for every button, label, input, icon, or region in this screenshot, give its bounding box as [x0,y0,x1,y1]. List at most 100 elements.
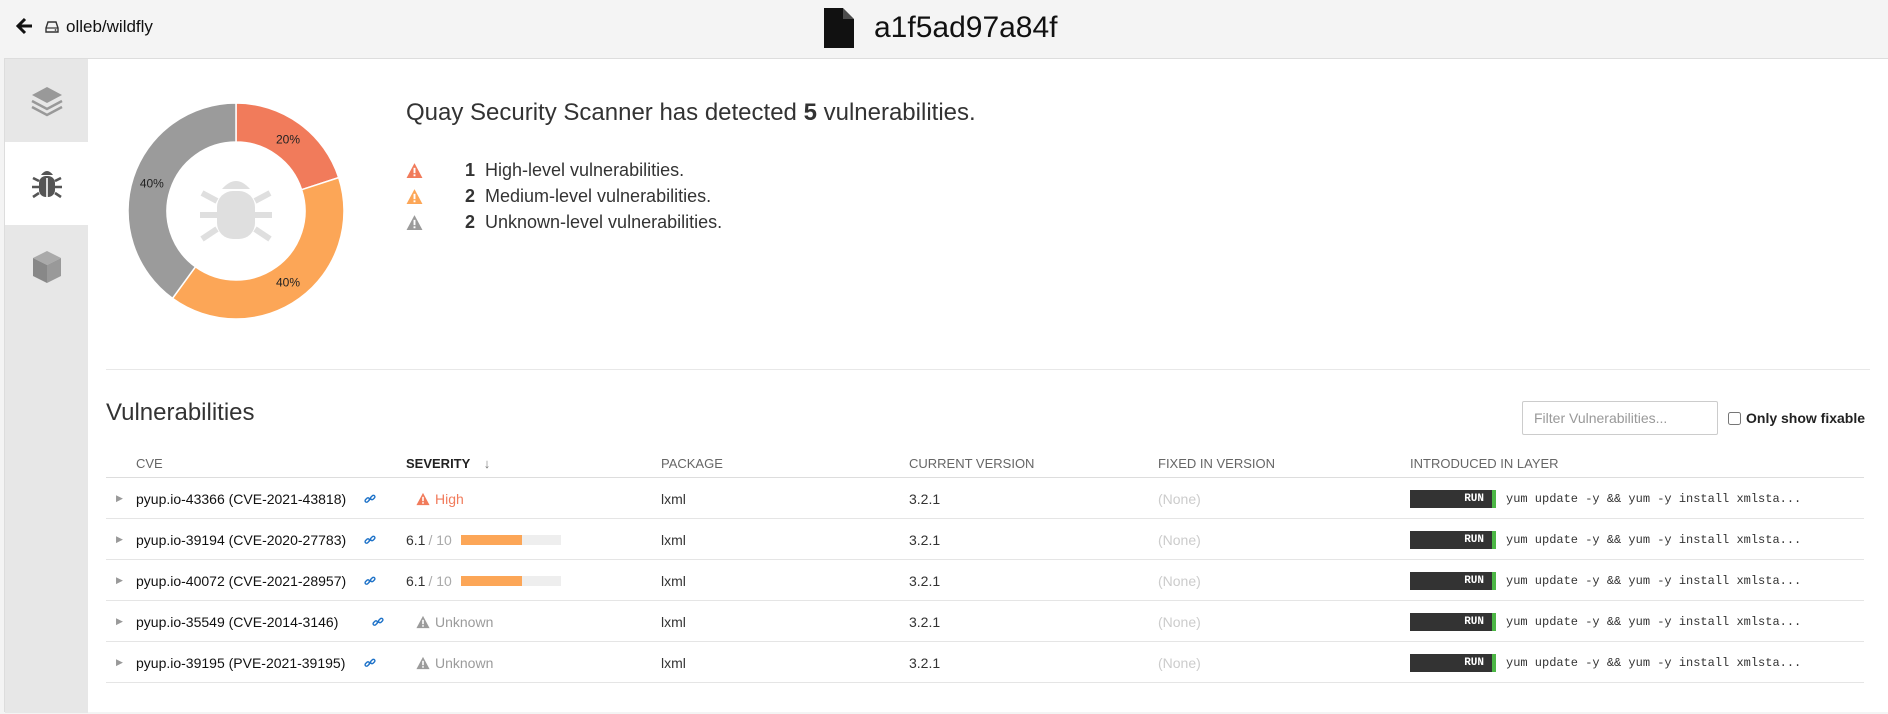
package-name: lxml [661,490,686,507]
row-expander-icon[interactable]: ▶ [116,642,123,683]
severity-score: 6.1/ 10 [406,560,561,601]
link-icon[interactable] [364,560,376,601]
run-badge: RUN [1410,489,1496,508]
row-expander-icon[interactable]: ▶ [116,560,123,601]
score-bar-fill [460,534,522,545]
table-header: CVE SEVERITY ↓ PACKAGE CURRENT VERSION F… [106,452,1864,478]
severity-score: 6.1/ 10 [406,519,561,560]
introduced-layer[interactable]: RUN yum update -y && yum -y install xmlst… [1410,601,1801,642]
link-icon[interactable] [364,642,376,683]
total-count: 5 [803,99,817,126]
fixed-version: (None) [1158,572,1201,589]
table-row[interactable]: ▶ pyup.io-39195 (PVE-2021-39195) Unknown lx… [106,642,1864,683]
level-label: Unknown-level vulnerabilities. [485,211,723,232]
introduced-layer[interactable]: RUN yum update -y && yum -y install xmlst… [1410,560,1801,601]
fixed-version: (None) [1158,490,1201,507]
table-row[interactable]: ▶ pyup.io-39194 (CVE-2020-27783) 6.1/ 10 lx… [106,519,1864,560]
current-version: 3.2.1 [909,572,941,589]
layer-command: yum update -y && yum -y install xmlsta..… [1506,491,1802,506]
fixed-version: (None) [1158,531,1201,548]
page-title: a1f5ad97a84f [824,4,1058,52]
vulnerabilities-heading: Vulnerabilities [106,399,255,426]
package-name: lxml [661,531,686,548]
column-fixed-version[interactable]: FIXED IN VERSION [1158,456,1275,471]
main-panel: 20% 40% 40% Quay Security Scanner has dete… [4,58,1888,713]
level-label: Medium-level vulnerabilities. [485,185,712,206]
hdd-icon [45,21,59,33]
fixed-version: (None) [1158,654,1201,671]
column-package[interactable]: PACKAGE [661,456,723,471]
repository-link[interactable]: olleb/wildfly [45,16,153,38]
tab-layers[interactable] [5,59,88,142]
sidebar [5,59,88,713]
link-icon[interactable] [372,601,384,642]
level-count: 2 [464,185,475,206]
introduced-layer[interactable]: RUN yum update -y && yum -y install xmlst… [1410,478,1801,519]
row-expander-icon[interactable]: ▶ [116,478,123,519]
severity-level-item: 1 High-level vulnerabilities. [406,157,976,183]
package-icon [32,250,61,283]
donut-label-medium: 40% [276,276,300,290]
layer-command: yum update -y && yum -y install xmlsta..… [1506,532,1802,547]
warning-icon [416,656,430,670]
layers-icon [30,86,63,116]
severity-level-item: 2 Medium-level vulnerabilities. [406,183,976,209]
vulnerabilities-table: CVE SEVERITY ↓ PACKAGE CURRENT VERSION F… [106,452,1864,683]
score-bar-fill [460,575,522,586]
back-button[interactable] [16,15,36,37]
table-row[interactable]: ▶ pyup.io-40072 (CVE-2021-28957) 6.1/ 10 lx… [106,560,1864,601]
run-badge: RUN [1410,571,1496,590]
current-version: 3.2.1 [909,613,941,630]
column-severity[interactable]: SEVERITY ↓ [406,456,490,471]
current-version: 3.2.1 [909,654,941,671]
security-content: 20% 40% 40% Quay Security Scanner has dete… [88,59,1888,712]
only-fixable-checkbox[interactable] [1728,411,1741,425]
level-label: High-level vulnerabilities. [485,159,685,180]
introduced-layer[interactable]: RUN yum update -y && yum -y install xmlst… [1410,642,1801,683]
column-introduced-layer[interactable]: INTRODUCED IN LAYER [1410,456,1559,471]
link-icon[interactable] [364,519,376,560]
tab-packages[interactable] [5,225,88,308]
current-version: 3.2.1 [909,490,941,507]
cve-id: pyup.io-39194 (CVE-2020-27783) [136,531,347,548]
tab-security[interactable] [5,142,88,225]
arrow-left-icon [16,17,32,35]
cve-id: pyup.io-43366 (CVE-2021-43818) [136,490,347,507]
package-name: lxml [661,572,686,589]
introduced-layer[interactable]: RUN yum update -y && yum -y install xmlst… [1410,519,1801,560]
link-icon[interactable] [364,478,376,519]
only-fixable-toggle[interactable]: Only show fixable [1728,410,1865,426]
table-row[interactable]: ▶ pyup.io-43366 (CVE-2021-43818) High lxml 3… [106,478,1864,519]
severity-badge: High [416,478,464,519]
row-expander-icon[interactable]: ▶ [116,519,123,560]
warning-icon [406,188,423,205]
warning-icon [416,615,430,629]
package-name: lxml [661,613,686,630]
warning-icon [406,214,423,231]
repository-name: olleb/wildfly [66,17,153,36]
severity-levels: 1 High-level vulnerabilities. 2 Medium-leve… [406,157,976,235]
vulnerability-summary: Quay Security Scanner has detected 5 vul… [406,99,976,235]
donut-label-unknown: 40% [140,177,164,191]
severity-badge: Unknown [416,601,493,642]
level-count: 2 [464,211,475,232]
package-name: lxml [661,654,686,671]
level-count: 1 [464,159,475,180]
severity-level-item: 2 Unknown-level vulnerabilities. [406,209,976,235]
severity-badge: Unknown [416,642,493,683]
table-body: ▶ pyup.io-43366 (CVE-2021-43818) High lxml 3… [106,478,1864,683]
column-cve[interactable]: CVE [136,456,163,471]
table-row[interactable]: ▶ pyup.io-35549 (CVE-2014-3146) Unknown lxm… [106,601,1864,642]
run-badge: RUN [1410,612,1496,631]
image-digest: a1f5ad97a84f [874,11,1058,44]
cve-id: pyup.io-40072 (CVE-2021-28957) [136,572,347,589]
column-current-version[interactable]: CURRENT VERSION [909,456,1034,471]
layer-command: yum update -y && yum -y install xmlsta..… [1506,573,1802,588]
warning-icon [416,492,430,506]
current-version: 3.2.1 [909,531,941,548]
top-bar: olleb/wildfly a1f5ad97a84f [0,0,1888,58]
row-expander-icon[interactable]: ▶ [116,601,123,642]
cve-id: pyup.io-35549 (CVE-2014-3146) [136,613,339,630]
bug-icon [31,170,62,198]
filter-vulnerabilities-input[interactable] [1522,401,1718,435]
